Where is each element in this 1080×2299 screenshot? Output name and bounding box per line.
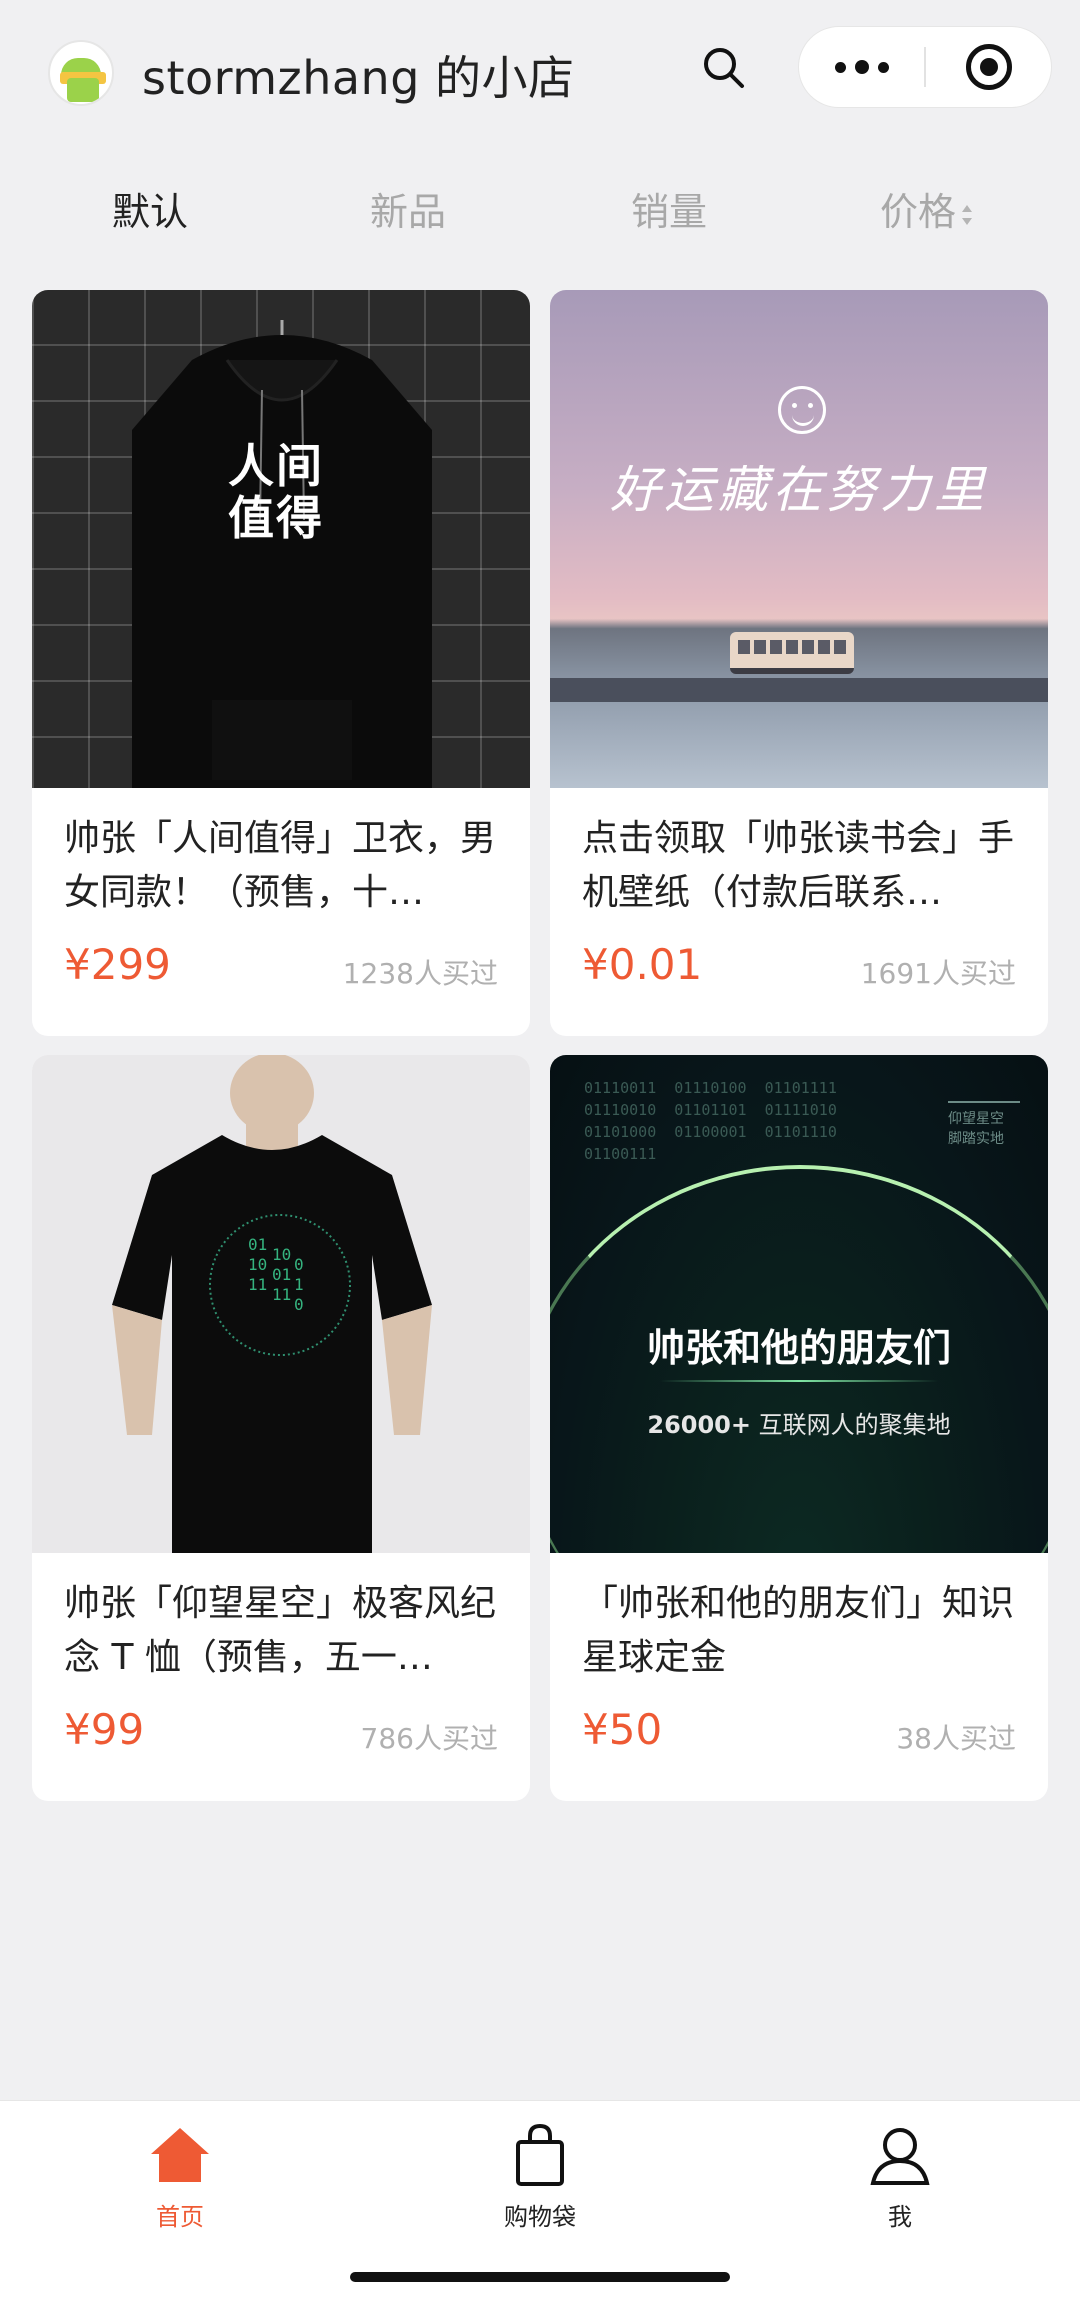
shoreline: [550, 678, 1048, 702]
product-card[interactable]: 01 10 11 10 01 11 010 帅张「仰望星空」极客风纪念 T 恤（预售，五…: [32, 1055, 530, 1801]
product-image[interactable]: 01 10 11 10 01 11 010: [32, 1055, 530, 1553]
poster-subtitle: 26000+ 互联网人的聚集地: [550, 1405, 1048, 1440]
hoodie-print-text: 人间值得: [228, 439, 324, 545]
binary-text: 01110011 01110100 01101111 01110010 0110…: [584, 1079, 837, 1163]
shopping-bag-icon: [508, 2123, 572, 2187]
poster-subtitle-text: 互联网人的聚集地: [758, 1411, 951, 1439]
product-name: 帅张「人间值得」卫衣，男女同款！（预售，十…: [64, 818, 497, 913]
more-dots-icon: [834, 61, 846, 73]
more-dots-icon-right: [877, 61, 889, 73]
product-card[interactable]: 好运藏在努力里 点击领取「帅张读书会」手机壁纸（付款后联系… ¥0.01 169…: [550, 290, 1048, 1036]
corner-tag: 仰望星空 脚踏实地: [948, 1101, 1020, 1149]
product-card[interactable]: 01110011 01110100 01101111 01110010 0110…: [550, 1055, 1048, 1801]
svg-text:10: 10: [272, 1245, 291, 1264]
close-miniprogram-icon: [965, 44, 1012, 90]
more-dots-icon-center: [854, 60, 869, 74]
tab-sales[interactable]: 销量: [631, 180, 707, 244]
svg-text:0: 0: [294, 1255, 304, 1274]
svg-text:11: 11: [272, 1285, 291, 1304]
logo-body: [67, 78, 99, 102]
tshirt-image: 011011 100111 010: [112, 1055, 432, 1553]
nav-me[interactable]: 我: [800, 2123, 1000, 2232]
product-price: ¥99: [64, 1705, 145, 1754]
product-price: ¥0.01: [582, 940, 703, 989]
shop-logo[interactable]: [48, 40, 114, 106]
home-indicator[interactable]: [350, 2272, 730, 2282]
close-icon-dot: [979, 58, 998, 76]
nav-me-label: 我: [888, 2203, 912, 2231]
product-sold-count: 38人买过: [896, 1722, 1016, 1755]
svg-text:0: 0: [294, 1295, 304, 1314]
shop-title: stormzhang 的小店: [142, 51, 575, 105]
product-card[interactable]: 人间值得 帅张「人间值得」卫衣，男女同款！（预售，十… ¥299 1238人买过: [32, 290, 530, 1036]
product-price: ¥50: [582, 1705, 663, 1754]
svg-text:1: 1: [294, 1275, 304, 1294]
miniprogram-capsule: [798, 26, 1052, 108]
person-icon: [868, 2123, 932, 2187]
nav-home-label: 首页: [156, 2203, 204, 2231]
poster-text: 好运藏在努力里: [610, 461, 988, 519]
tab-new[interactable]: 新品: [370, 180, 446, 244]
svg-text:10: 10: [248, 1255, 267, 1274]
smiley-icon: [778, 386, 826, 434]
product-image[interactable]: 01110011 01110100 01101111 01110010 0110…: [550, 1055, 1048, 1553]
glow-line: [660, 1380, 938, 1382]
home-icon: [148, 2123, 212, 2187]
app-header: stormzhang 的小店: [0, 0, 1080, 140]
member-count: 26000+: [647, 1411, 751, 1439]
train-image: [730, 632, 854, 674]
close-button[interactable]: [926, 26, 1051, 108]
product-image[interactable]: 好运藏在努力里: [550, 290, 1048, 788]
product-image[interactable]: 人间值得: [32, 290, 530, 788]
svg-text:01: 01: [248, 1235, 267, 1254]
nav-bag[interactable]: 购物袋: [440, 2123, 640, 2232]
product-sold-count: 1238人买过: [342, 957, 498, 990]
svg-text:01: 01: [272, 1265, 291, 1284]
tab-price-label: 价格: [880, 190, 957, 234]
product-name: 帅张「仰望星空」极客风纪念 T 恤（预售，五一…: [64, 1583, 497, 1678]
product-name: 「帅张和他的朋友们」知识星球定金: [582, 1583, 1015, 1678]
sort-arrows-icon: [962, 204, 973, 225]
tab-price[interactable]: 价格: [880, 180, 973, 244]
product-sold-count: 786人买过: [360, 1722, 498, 1755]
poster-title: 帅张和他的朋友们: [646, 1326, 951, 1370]
screen: stormzhang 的小店 默认 新品 销量 价格 人间值得 帅张「人间值得」…: [0, 0, 1080, 2299]
search-button[interactable]: [694, 38, 754, 98]
search-icon: [704, 48, 744, 88]
bottom-nav: 首页 购物袋 我: [0, 2100, 1080, 2299]
product-name: 点击领取「帅张读书会」手机壁纸（付款后联系…: [582, 818, 1015, 913]
svg-text:11: 11: [248, 1275, 267, 1294]
product-sold-count: 1691人买过: [860, 957, 1016, 990]
nav-bag-label: 购物袋: [504, 2203, 576, 2231]
hoodie-image: [132, 320, 432, 788]
sort-tabs: 默认 新品 销量 价格: [0, 180, 1080, 244]
product-price: ¥299: [64, 940, 171, 989]
tab-default[interactable]: 默认: [112, 180, 188, 244]
more-button[interactable]: [799, 26, 924, 108]
nav-home[interactable]: 首页: [80, 2123, 280, 2232]
